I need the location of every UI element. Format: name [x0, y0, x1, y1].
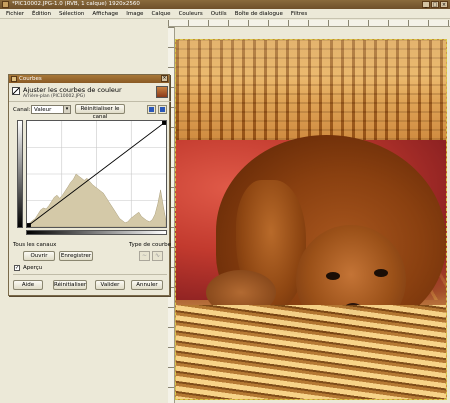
app-icon: [2, 1, 9, 8]
curve-graph[interactable]: [26, 120, 167, 228]
freehand-curve-icon[interactable]: ∿: [152, 251, 163, 261]
help-button[interactable]: Aide: [13, 280, 43, 290]
preview-checkbox[interactable]: ✓: [14, 265, 20, 271]
channel-row: Canal: Valeur ▾ Réinitialiser le canal: [9, 104, 171, 120]
dialog-title-bar[interactable]: Courbes ×: [9, 75, 169, 83]
dialog-separator: [13, 274, 167, 275]
menu-filtres[interactable]: Filtres: [291, 9, 307, 18]
dialog-header-title: Ajuster les courbes de couleur: [23, 86, 122, 94]
window-title-bar[interactable]: *PIC10002.JPG-1.0 (RVB, 1 calque) 1920x2…: [0, 0, 450, 9]
dialog-close-icon[interactable]: ×: [161, 75, 168, 82]
curve-point-start: [27, 223, 31, 227]
smooth-curve-icon[interactable]: ∼: [139, 251, 150, 261]
dialog-title: Courbes: [19, 76, 42, 82]
curves-tool-icon: [12, 87, 20, 95]
cancel-button[interactable]: Annuler: [131, 280, 163, 290]
input-gradient-bar: [26, 230, 167, 235]
curve-point-end: [162, 121, 166, 125]
save-button[interactable]: Enregistrer: [59, 251, 93, 261]
photo-dog-eye-right: [374, 269, 388, 277]
menu-calque[interactable]: Calque: [151, 9, 170, 18]
log-histogram-icon[interactable]: [158, 105, 167, 114]
output-gradient-bar: [17, 120, 23, 228]
maximize-button[interactable]: □: [431, 1, 439, 8]
curve-type-label: Type de courbe: [129, 242, 172, 248]
reset-channel-button[interactable]: Réinitialiser le canal: [75, 104, 125, 120]
all-channels-label: Tous les canaux: [13, 242, 57, 248]
image-canvas[interactable]: [175, 39, 447, 400]
menu-image[interactable]: Image: [126, 9, 143, 18]
channel-label: Canal:: [13, 107, 31, 113]
menu-selection[interactable]: Sélection: [59, 9, 84, 18]
curve-editor: [17, 120, 167, 235]
ok-button[interactable]: Valider: [95, 280, 125, 290]
chevron-down-icon: ▾: [63, 106, 70, 113]
reset-button[interactable]: Réinitialiser: [53, 280, 87, 290]
photo-dog-eye-left: [326, 272, 340, 280]
gimp-window: *PIC10002.JPG-1.0 (RVB, 1 calque) 1920x2…: [0, 0, 450, 403]
close-button[interactable]: ×: [440, 1, 448, 8]
open-button[interactable]: Ouvrir: [23, 251, 55, 261]
menu-bar: Fichier Édition Sélection Affichage Imag…: [0, 9, 450, 19]
minimize-button[interactable]: _: [422, 1, 430, 8]
window-controls: _ □ ×: [422, 1, 448, 8]
dialog-header-subtitle: Arrière-plan (PIC10002.JPG): [23, 94, 85, 99]
photo-basket-front: [176, 305, 446, 399]
menu-fichier[interactable]: Fichier: [6, 9, 24, 18]
layer-thumbnail: [156, 86, 168, 98]
channel-select[interactable]: Valeur ▾: [31, 105, 71, 114]
curves-icon: [11, 76, 17, 82]
dialog-header: Ajuster les courbes de couleur Arrière-p…: [9, 84, 171, 102]
menu-affichage[interactable]: Affichage: [92, 9, 118, 18]
horizontal-ruler[interactable]: [168, 20, 450, 27]
menu-edition[interactable]: Édition: [32, 9, 51, 18]
menu-outils[interactable]: Outils: [211, 9, 227, 18]
preview-label: Aperçu: [23, 265, 43, 271]
channel-select-value: Valeur: [34, 107, 52, 113]
menu-boite-de-dialogue[interactable]: Boîte de dialogue: [235, 9, 283, 18]
curves-dialog: Courbes × Ajuster les courbes de couleur…: [8, 74, 172, 296]
window-title: *PIC10002.JPG-1.0 (RVB, 1 calque) 1920x2…: [12, 1, 140, 7]
linear-histogram-icon[interactable]: [147, 105, 156, 114]
menu-couleurs[interactable]: Couleurs: [179, 9, 203, 18]
